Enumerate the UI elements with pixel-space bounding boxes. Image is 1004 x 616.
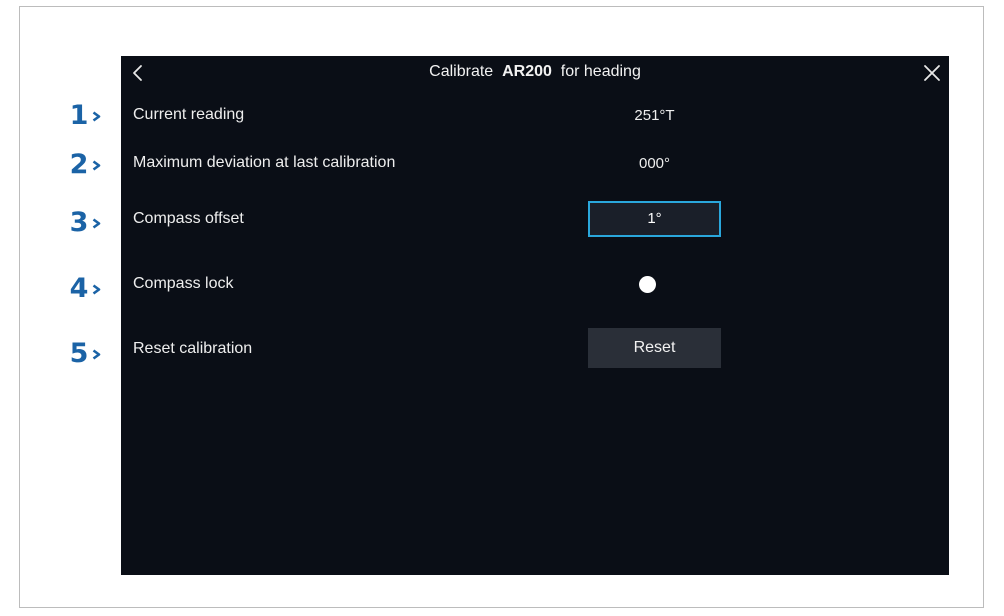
title-bar: Calibrate AR200 for heading bbox=[121, 56, 949, 90]
max-deviation-value: 000° bbox=[638, 155, 671, 172]
callout-1: 1 bbox=[68, 101, 101, 131]
compass-offset-label: Compass offset bbox=[133, 210, 244, 227]
callout-2: 2 bbox=[68, 150, 101, 180]
callout-5: 5 bbox=[68, 339, 101, 369]
reset-button[interactable]: Reset bbox=[588, 328, 721, 368]
close-icon bbox=[924, 65, 940, 81]
current-reading-label: Current reading bbox=[133, 106, 245, 123]
chevron-right-icon bbox=[92, 110, 101, 122]
callout-number: 3 bbox=[69, 207, 89, 238]
callout-4: 4 bbox=[68, 274, 101, 304]
title-device: AR200 bbox=[502, 63, 552, 80]
compass-lock-toggle[interactable] bbox=[639, 276, 656, 293]
chevron-right-icon bbox=[92, 159, 101, 171]
reset-calibration-label: Reset calibration bbox=[133, 340, 253, 357]
compass-lock-label: Compass lock bbox=[133, 275, 234, 292]
close-button[interactable] bbox=[921, 62, 943, 84]
chevron-right-icon bbox=[92, 283, 101, 295]
callout-number: 4 bbox=[69, 273, 89, 304]
chevron-right-icon bbox=[92, 348, 101, 360]
callout-number: 1 bbox=[69, 100, 89, 131]
callout-number: 2 bbox=[69, 149, 89, 180]
callout-number: 5 bbox=[69, 338, 89, 369]
compass-offset-field[interactable]: 1° bbox=[588, 201, 721, 237]
max-deviation-label: Maximum deviation at last calibration bbox=[133, 154, 396, 171]
calibration-screen: Calibrate AR200 for heading Current read… bbox=[121, 56, 949, 575]
title-suffix: for heading bbox=[560, 63, 641, 80]
current-reading-value: 251°T bbox=[634, 107, 675, 124]
page-title: Calibrate AR200 for heading bbox=[121, 63, 949, 81]
callout-3: 3 bbox=[68, 208, 101, 238]
title-prefix: Calibrate bbox=[429, 63, 494, 80]
chevron-right-icon bbox=[92, 217, 101, 229]
